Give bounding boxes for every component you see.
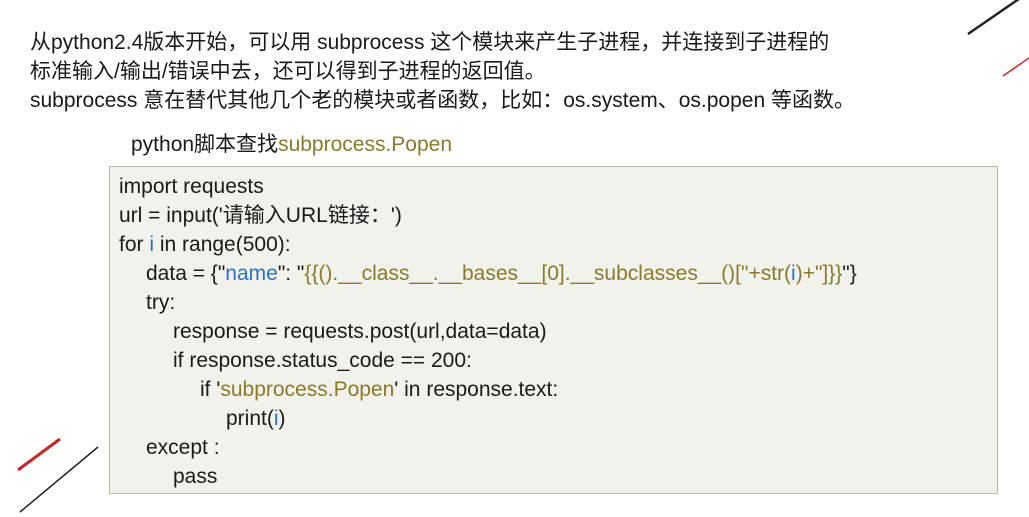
code-token: in range(500): [154,233,291,256]
code-line-8: if 'subprocess.Popen' in response.text: [200,376,558,404]
code-string: {{().__class__.__bases__[0].__subclasses… [304,262,792,285]
code-token: data = {" [146,262,226,285]
intro-line-3: subprocess 意在替代其他几个老的模块或者函数，比如：os.system… [30,89,855,112]
code-token: if ' [200,378,221,401]
code-token: print( [226,407,274,430]
intro-line-2: 标准输入/输出/错误中去，还可以得到子进程的返回值。 [30,60,546,83]
code-line-11: pass [173,465,218,488]
code-line-9: print(i) [226,405,286,433]
code-line-4: data = {"name": "{{().__class__.__bases_… [146,260,857,288]
code-token: ' in response.text: [394,378,559,401]
intro-paragraph: 从python2.4版本开始，可以用 subprocess 这个模块来产生子进程… [30,28,990,115]
bottom-left-dark-line [19,446,99,513]
heading-highlight: subprocess.Popen [278,133,453,156]
intro-line-1: 从python2.4版本开始，可以用 subprocess 这个模块来产生子进程… [30,31,830,54]
heading-prefix: python脚本查找 [131,133,279,156]
code-block: import requests url = input('请输入URL链接：')… [109,166,998,494]
code-line-1: import requests [119,175,264,198]
code-token: for [119,233,150,256]
code-token: ) [278,407,286,430]
bottom-left-red-line [17,437,61,472]
code-line-3: for i in range(500): [119,231,291,259]
code-string: )+"]}} [795,262,843,285]
code-line-2: url = input('请输入URL链接：') [119,204,402,227]
code-key-name: name [225,262,278,285]
top-right-red-line [1002,57,1029,77]
code-token: "} [842,262,857,285]
code-string: subprocess.Popen [220,378,395,401]
code-line-7: if response.status_code == 200: [173,349,472,372]
code-line-6: response = requests.post(url,data=data) [173,320,547,343]
code-token: ": " [277,262,305,285]
code-line-10: except : [146,436,220,459]
section-heading: python脚本查找subprocess.Popen [131,128,452,158]
code-line-5: try: [146,291,176,314]
